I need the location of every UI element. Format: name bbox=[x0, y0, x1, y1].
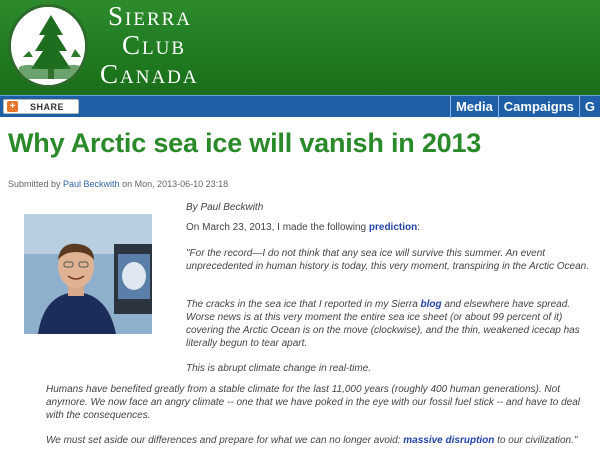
main-navbar: + SHARE Media Campaigns G bbox=[0, 95, 600, 118]
share-button[interactable]: + SHARE bbox=[3, 99, 79, 114]
intro-paragraph: On March 23, 2013, I made the following … bbox=[186, 221, 420, 234]
submitted-meta: Submitted by Paul Beckwith on Mon, 2013-… bbox=[8, 179, 228, 189]
quote-paragraph: "For the record—I do not think that any … bbox=[186, 248, 589, 272]
massive-disruption-link[interactable]: massive disruption bbox=[403, 435, 494, 446]
brand-line-2: Club bbox=[122, 30, 187, 60]
page-title: Why Arctic sea ice will vanish in 2013 bbox=[8, 128, 482, 158]
intro-colon: : bbox=[417, 222, 421, 233]
share-label: SHARE bbox=[30, 101, 65, 112]
humans-paragraph: Humans have benefited greatly from a sta… bbox=[46, 384, 580, 421]
nav-item-campaigns[interactable]: Campaigns bbox=[497, 96, 579, 118]
byline: By Paul Beckwith bbox=[186, 202, 264, 213]
aside-text-2: to our civilization." bbox=[494, 435, 578, 446]
author-photo bbox=[24, 214, 152, 334]
aside-text-1: We must set aside our differences and pr… bbox=[46, 435, 404, 446]
aside-paragraph: We must set aside our differences and pr… bbox=[46, 434, 596, 447]
blog-link[interactable]: blog bbox=[421, 299, 442, 310]
site-header: Sierra Club Canada bbox=[0, 0, 600, 95]
nav-menu: Media Campaigns G bbox=[449, 96, 600, 118]
submitted-date: on Mon, 2013-06-10 23:18 bbox=[119, 179, 229, 189]
nav-item-truncated[interactable]: G bbox=[578, 96, 600, 118]
cracks-paragraph: The cracks in the sea ice that I reporte… bbox=[186, 298, 590, 350]
nav-item-media[interactable]: Media bbox=[449, 96, 498, 118]
intro-text: On March 23, 2013, I made the following bbox=[186, 222, 369, 233]
tree-icon bbox=[11, 7, 85, 85]
brand-wordmark[interactable]: Sierra Club Canada bbox=[100, 2, 199, 89]
brand-line-1: Sierra bbox=[108, 1, 193, 31]
submitted-prefix: Submitted by bbox=[8, 179, 64, 189]
brand-line-3: Canada bbox=[100, 59, 199, 89]
prediction-link[interactable]: prediction bbox=[369, 222, 417, 233]
share-plus-icon: + bbox=[7, 101, 18, 112]
cracks-text-1: The cracks in the sea ice that I reporte… bbox=[186, 299, 421, 310]
sierra-club-logo[interactable] bbox=[8, 4, 88, 88]
author-link[interactable]: Paul Beckwith bbox=[63, 179, 120, 189]
abrupt-paragraph: This is abrupt climate change in real-ti… bbox=[186, 363, 372, 374]
